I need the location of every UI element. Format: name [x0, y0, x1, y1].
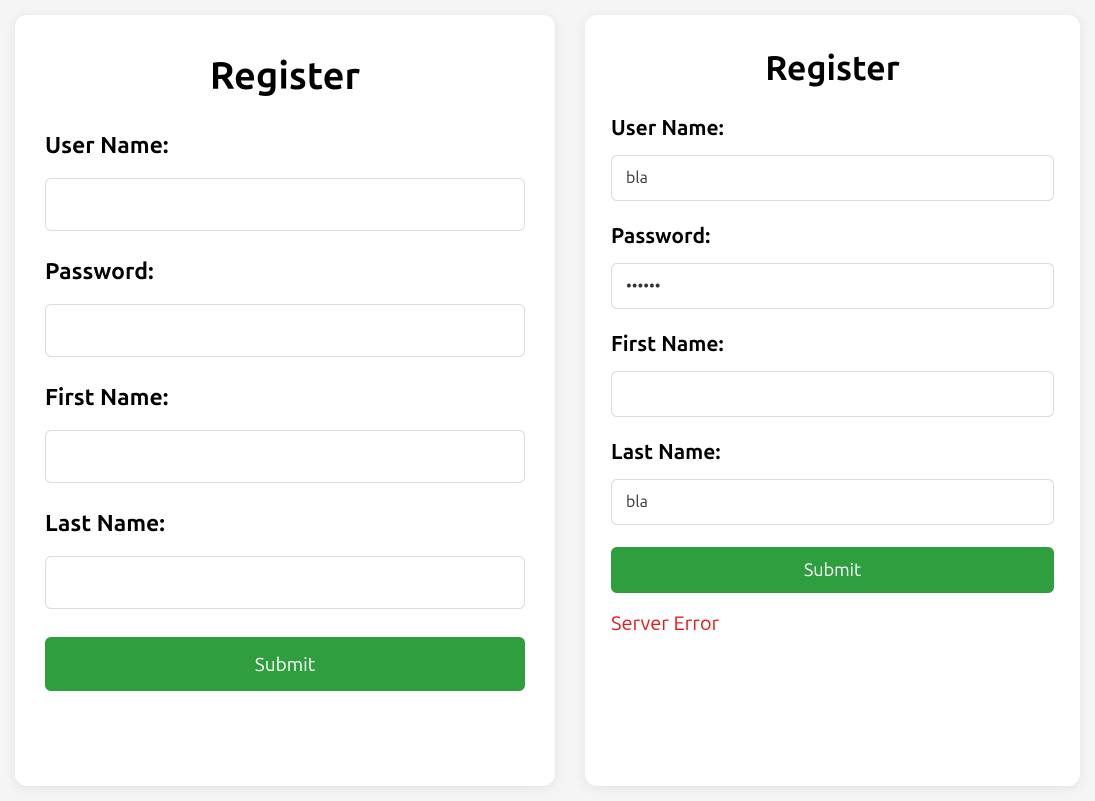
- form-group-lastname: Last Name:: [611, 439, 1054, 525]
- username-label: User Name:: [611, 115, 1054, 139]
- username-input[interactable]: [45, 178, 525, 231]
- error-message: Server Error: [611, 611, 1054, 634]
- form-group-lastname: Last Name:: [45, 511, 525, 609]
- form-group-username: User Name:: [45, 133, 525, 231]
- username-label: User Name:: [45, 133, 525, 158]
- firstname-input[interactable]: [611, 371, 1054, 417]
- lastname-input[interactable]: [611, 479, 1054, 525]
- password-input[interactable]: [611, 263, 1054, 309]
- register-card-right: Register User Name: Password: First Name…: [585, 15, 1080, 786]
- submit-button[interactable]: Submit: [45, 637, 525, 691]
- firstname-label: First Name:: [611, 331, 1054, 355]
- password-input[interactable]: [45, 304, 525, 357]
- register-title: Register: [45, 55, 525, 97]
- lastname-input[interactable]: [45, 556, 525, 609]
- submit-button[interactable]: Submit: [611, 547, 1054, 593]
- lastname-label: Last Name:: [45, 511, 525, 536]
- register-card-left: Register User Name: Password: First Name…: [15, 15, 555, 786]
- form-group-firstname: First Name:: [45, 385, 525, 483]
- firstname-input[interactable]: [45, 430, 525, 483]
- password-label: Password:: [45, 259, 525, 284]
- lastname-label: Last Name:: [611, 439, 1054, 463]
- firstname-label: First Name:: [45, 385, 525, 410]
- form-group-password: Password:: [45, 259, 525, 357]
- form-group-firstname: First Name:: [611, 331, 1054, 417]
- register-title: Register: [611, 49, 1054, 87]
- form-group-password: Password:: [611, 223, 1054, 309]
- form-group-username: User Name:: [611, 115, 1054, 201]
- password-label: Password:: [611, 223, 1054, 247]
- username-input[interactable]: [611, 155, 1054, 201]
